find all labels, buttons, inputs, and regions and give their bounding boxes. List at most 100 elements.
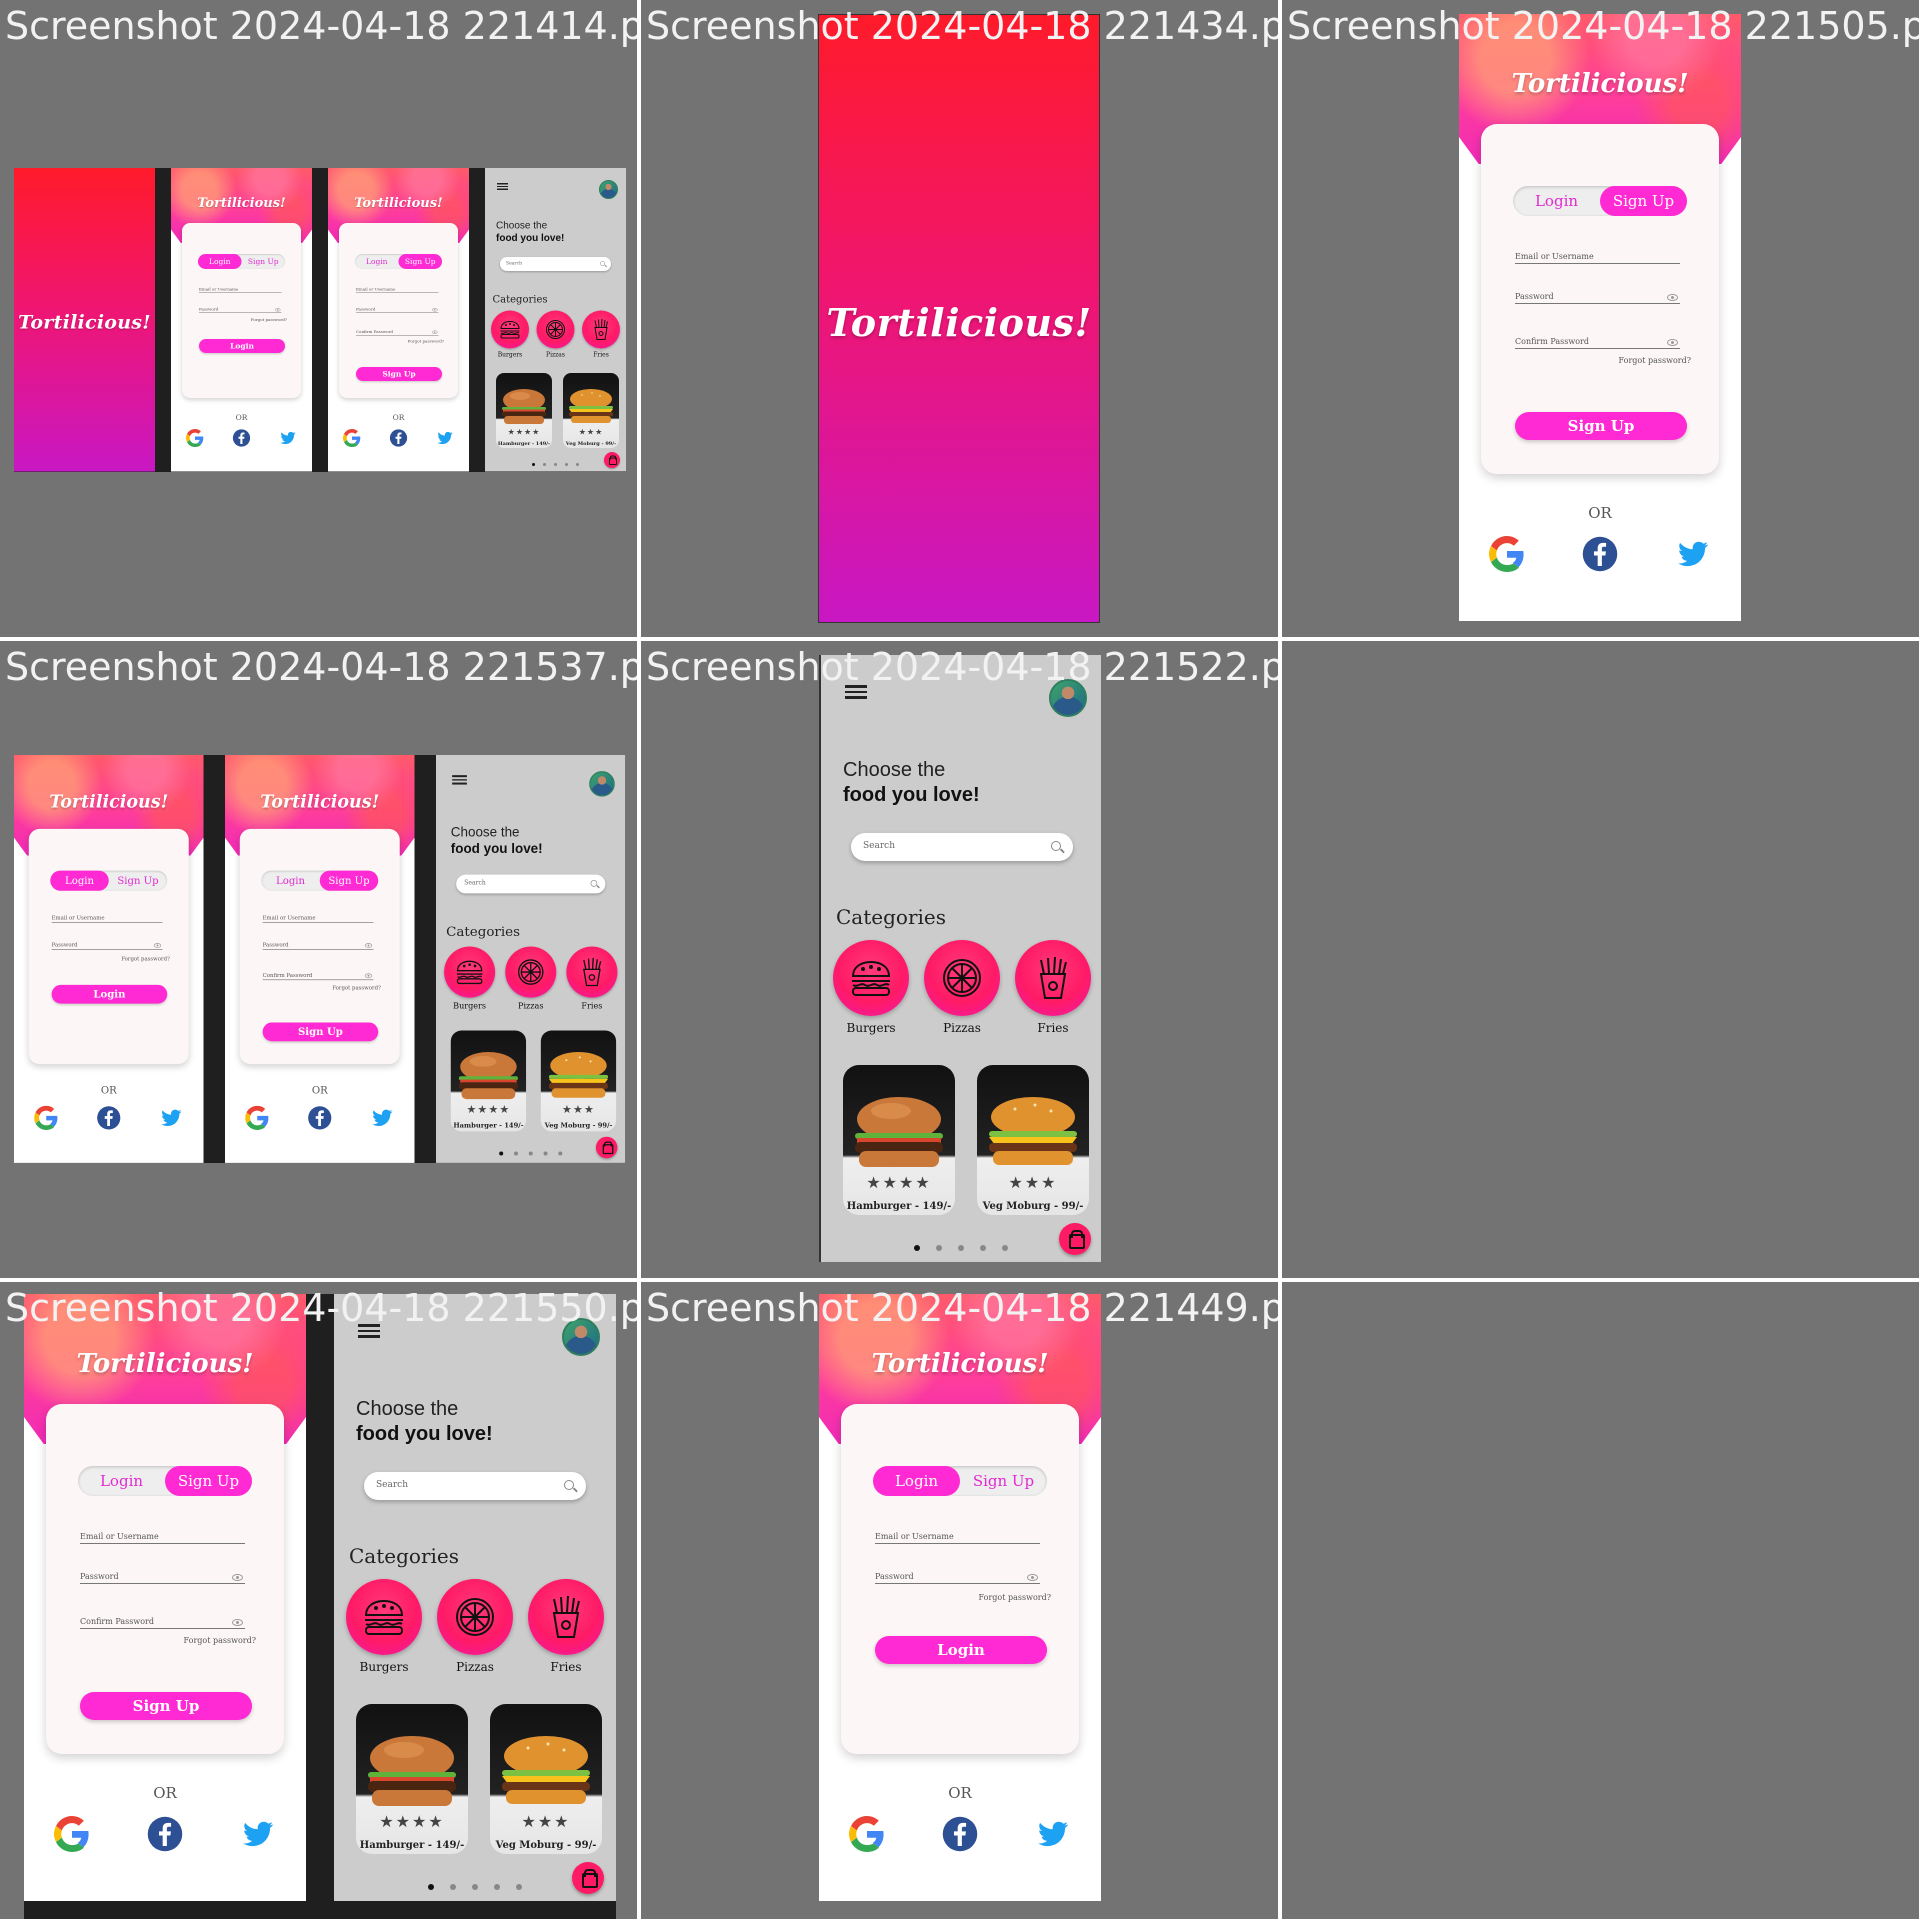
search-input[interactable]: Search xyxy=(364,1472,586,1500)
tab-login[interactable]: Login xyxy=(198,254,242,269)
cart-icon[interactable] xyxy=(604,452,620,468)
email-field[interactable]: Email or Username xyxy=(356,281,439,293)
email-field[interactable]: Email or Username xyxy=(80,1520,245,1544)
email-field[interactable]: Email or Username xyxy=(51,907,163,923)
twitter-icon[interactable] xyxy=(1675,536,1711,572)
tab-signup[interactable]: Sign Up xyxy=(165,1466,252,1496)
twitter-icon[interactable] xyxy=(279,429,297,447)
email-field[interactable]: Email or Username xyxy=(199,281,282,293)
password-field[interactable]: Password xyxy=(80,1560,245,1584)
cart-icon[interactable] xyxy=(572,1862,604,1894)
category-fries[interactable] xyxy=(566,946,618,998)
category-pizzas[interactable] xyxy=(924,940,1000,1016)
search-icon[interactable] xyxy=(590,879,598,887)
avatar[interactable] xyxy=(599,180,618,199)
category-fries[interactable] xyxy=(1015,940,1091,1016)
eye-icon[interactable] xyxy=(364,943,373,948)
food-card[interactable]: ★★★ Veg Moburg - 99/- xyxy=(977,1065,1089,1215)
tab-login[interactable]: Login xyxy=(78,1466,165,1496)
tab-login[interactable]: Login xyxy=(50,870,109,891)
forgot-password-link[interactable]: Forgot password? xyxy=(1619,356,1691,365)
search-input[interactable]: Search xyxy=(500,257,611,271)
avatar[interactable] xyxy=(1049,679,1087,717)
twitter-icon[interactable] xyxy=(1035,1816,1071,1852)
signup-button[interactable]: Sign Up xyxy=(356,367,442,381)
google-icon[interactable] xyxy=(186,429,204,447)
signup-button[interactable]: Sign Up xyxy=(80,1692,252,1720)
category-pizzas[interactable] xyxy=(505,946,557,998)
twitter-icon[interactable] xyxy=(240,1816,276,1852)
twitter-icon[interactable] xyxy=(436,429,454,447)
food-card[interactable]: ★★★★ Hamburger - 149/- xyxy=(450,1030,527,1132)
twitter-icon[interactable] xyxy=(370,1106,394,1130)
confirm-password-field[interactable]: Confirm Password xyxy=(356,324,439,336)
category-pizzas[interactable] xyxy=(437,1579,513,1655)
email-field[interactable]: Email or Username xyxy=(875,1520,1040,1544)
eye-icon[interactable] xyxy=(364,973,373,979)
category-fries[interactable] xyxy=(582,310,620,349)
password-field[interactable]: Password xyxy=(51,934,163,950)
food-card[interactable]: ★★★ Veg Moburg - 99/- xyxy=(563,373,619,448)
facebook-icon[interactable] xyxy=(97,1106,121,1130)
signup-button[interactable]: Sign Up xyxy=(1515,412,1687,440)
category-burgers[interactable] xyxy=(833,940,909,1016)
twitter-icon[interactable] xyxy=(159,1106,183,1130)
facebook-icon[interactable] xyxy=(389,429,408,447)
category-burgers[interactable] xyxy=(491,310,529,349)
eye-icon[interactable] xyxy=(275,308,281,312)
food-card[interactable]: ★★★ Veg Moburg - 99/- xyxy=(540,1030,617,1132)
tab-signup[interactable]: Sign Up xyxy=(242,254,286,269)
login-button[interactable]: Login xyxy=(875,1636,1047,1664)
forgot-password-link[interactable]: Forgot password? xyxy=(408,339,444,344)
tab-signup[interactable]: Sign Up xyxy=(960,1466,1047,1496)
google-icon[interactable] xyxy=(849,1816,885,1852)
cart-icon[interactable] xyxy=(595,1136,618,1159)
eye-icon[interactable] xyxy=(1667,339,1678,346)
eye-icon[interactable] xyxy=(232,1619,243,1626)
forgot-password-link[interactable]: Forgot password? xyxy=(332,985,381,991)
google-icon[interactable] xyxy=(1489,536,1525,572)
search-icon[interactable] xyxy=(600,261,605,266)
forgot-password-link[interactable]: Forgot password? xyxy=(251,318,287,323)
tab-login[interactable]: Login xyxy=(261,871,319,891)
password-field[interactable]: Password xyxy=(356,301,439,313)
search-icon[interactable] xyxy=(564,1480,574,1490)
category-burgers[interactable] xyxy=(346,1579,422,1655)
login-button[interactable]: Login xyxy=(199,339,285,353)
facebook-icon[interactable] xyxy=(308,1106,332,1130)
signup-button[interactable]: Sign Up xyxy=(262,1022,379,1042)
facebook-icon[interactable] xyxy=(147,1816,183,1852)
menu-icon[interactable] xyxy=(845,685,867,701)
password-field[interactable]: Password xyxy=(262,934,374,950)
password-field[interactable]: Password xyxy=(199,301,282,313)
confirm-password-field[interactable]: Confirm Password xyxy=(1515,325,1680,349)
food-card[interactable]: ★★★★ Hamburger - 149/- xyxy=(843,1065,955,1215)
confirm-password-field[interactable]: Confirm Password xyxy=(262,964,374,981)
food-card[interactable]: ★★★★ Hamburger - 149/- xyxy=(356,1704,468,1854)
google-icon[interactable] xyxy=(245,1105,269,1130)
food-card[interactable]: ★★★★ Hamburger - 149/- xyxy=(496,373,552,448)
facebook-icon[interactable] xyxy=(942,1816,978,1852)
email-field[interactable]: Email or Username xyxy=(262,907,374,923)
menu-icon[interactable] xyxy=(358,1324,380,1340)
avatar[interactable] xyxy=(562,1318,600,1356)
category-pizzas[interactable] xyxy=(536,310,575,349)
tab-signup[interactable]: Sign Up xyxy=(398,254,442,269)
menu-icon[interactable] xyxy=(497,183,508,191)
forgot-password-link[interactable]: Forgot password? xyxy=(979,1593,1051,1602)
email-field[interactable]: Email or Username xyxy=(1515,240,1680,264)
search-input[interactable]: Search xyxy=(851,833,1073,861)
eye-icon[interactable] xyxy=(432,308,438,312)
eye-icon[interactable] xyxy=(1667,294,1678,301)
menu-icon[interactable] xyxy=(452,775,467,786)
password-field[interactable]: Password xyxy=(1515,280,1680,304)
category-burgers[interactable] xyxy=(444,946,496,998)
avatar[interactable] xyxy=(589,771,615,797)
tab-login[interactable]: Login xyxy=(1513,186,1600,216)
password-field[interactable]: Password xyxy=(875,1560,1040,1584)
tab-login[interactable]: Login xyxy=(873,1466,960,1496)
tab-signup[interactable]: Sign Up xyxy=(1600,186,1687,216)
forgot-password-link[interactable]: Forgot password? xyxy=(121,956,170,962)
confirm-password-field[interactable]: Confirm Password xyxy=(80,1605,245,1629)
google-icon[interactable] xyxy=(343,429,361,447)
